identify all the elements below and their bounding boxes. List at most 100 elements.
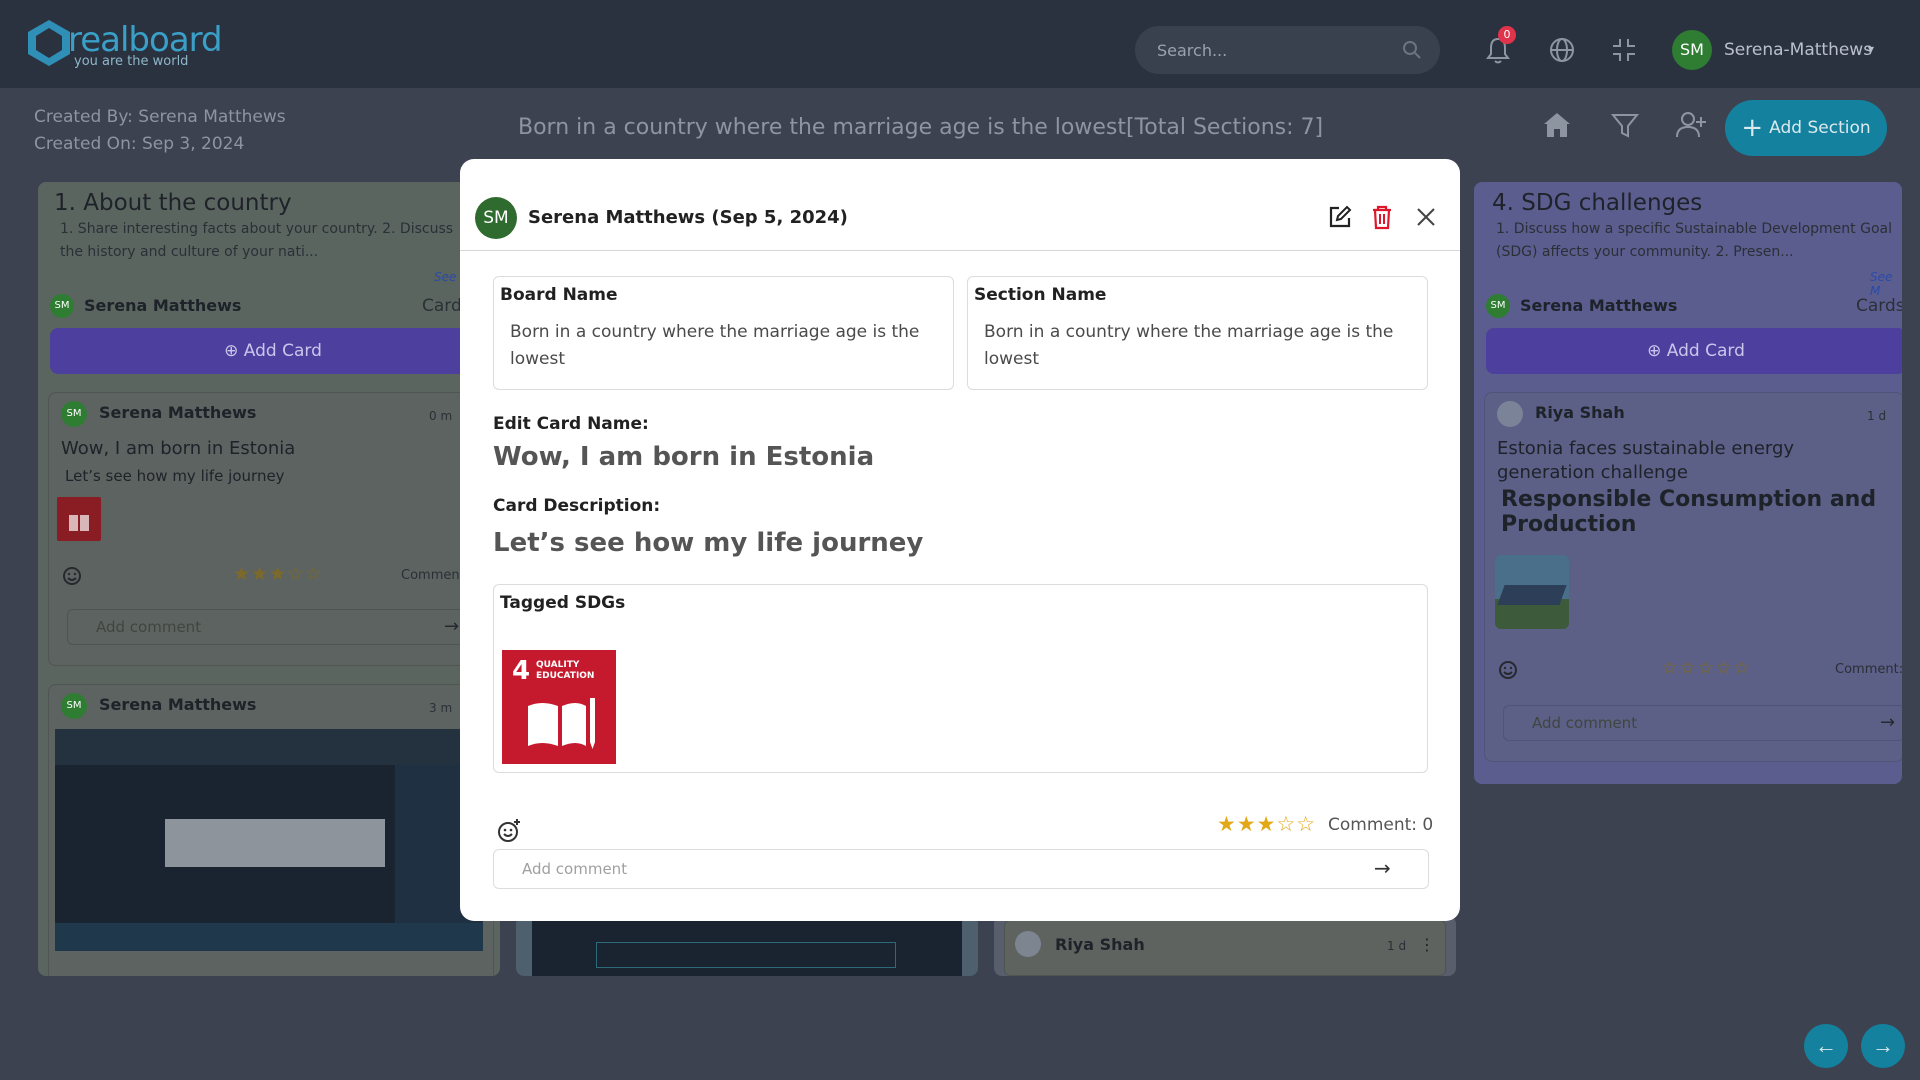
comment-count: Comment: 0 xyxy=(1328,815,1434,835)
home-icon[interactable] xyxy=(1540,108,1574,142)
avatar xyxy=(1015,931,1041,957)
search-input[interactable] xyxy=(1157,38,1387,62)
add-reaction-icon[interactable] xyxy=(1497,657,1521,681)
comment-count: Comment: xyxy=(1835,662,1902,677)
rating-stars[interactable]: ☆☆☆☆☆ xyxy=(1661,657,1751,679)
card-description-label: Card Description: xyxy=(493,496,661,516)
brand-tagline: you are the world xyxy=(74,54,189,69)
user-menu-name[interactable]: Serena-Matthews xyxy=(1724,40,1872,60)
search-box[interactable] xyxy=(1135,26,1440,74)
see-more-link[interactable]: See xyxy=(434,270,456,284)
card-author: Riya Shah xyxy=(1055,935,1145,954)
more-vert-icon[interactable]: ⋮ xyxy=(1419,935,1435,954)
close-icon[interactable] xyxy=(1412,203,1440,231)
add-circle-icon: ⊕ xyxy=(1647,341,1662,361)
board-title: Born in a country where the marriage age… xyxy=(518,115,1324,140)
exit-fullscreen-icon[interactable] xyxy=(1608,34,1640,66)
add-user-icon[interactable] xyxy=(1674,108,1708,142)
search-icon[interactable] xyxy=(1402,40,1422,60)
card-screenshot-image xyxy=(532,920,962,976)
card[interactable]: Riya Shah 1 d ⋮ xyxy=(1004,920,1446,976)
send-arrow-icon[interactable]: → xyxy=(444,616,459,637)
comment-input[interactable] xyxy=(522,860,1342,878)
section-description: 1. Discuss how a specific Sustainable De… xyxy=(1496,221,1892,260)
rating-stars[interactable]: ★★★☆☆ xyxy=(1217,812,1316,836)
card[interactable]: Riya Shah 1 d Estonia faces sustainable … xyxy=(1484,392,1902,762)
avatar: SM xyxy=(50,294,74,318)
realboard-logo[interactable]: realboard you are the world xyxy=(24,18,224,74)
open-book-pencil-icon xyxy=(528,698,595,749)
comment-input[interactable] xyxy=(96,618,416,636)
globe-icon[interactable] xyxy=(1546,34,1578,66)
avatar: SM xyxy=(61,693,87,719)
created-by: Created By: Serena Matthews xyxy=(34,107,286,127)
hidden-card-section-3[interactable]: Riya Shah 1 d ⋮ xyxy=(994,916,1456,976)
hidden-card-section-2[interactable] xyxy=(516,916,978,976)
cards-count-label: Card xyxy=(422,296,462,316)
section-title: 1. About the country xyxy=(54,190,292,216)
card-author: Serena Matthews xyxy=(99,403,257,422)
edit-card-name-label: Edit Card Name: xyxy=(493,414,649,434)
filter-icon[interactable] xyxy=(1608,108,1642,142)
top-bar: realboard you are the world 0 SM Serena-… xyxy=(0,0,1920,88)
board-meta: Created By: Serena Matthews Created On: … xyxy=(34,104,286,158)
screenshot-header xyxy=(55,729,483,765)
add-card-label: Add Card xyxy=(1666,341,1745,361)
user-avatar[interactable]: SM xyxy=(1672,30,1712,70)
avatar: SM xyxy=(61,401,87,427)
notification-badge: 0 xyxy=(1498,26,1516,44)
delete-trash-icon[interactable] xyxy=(1368,203,1396,231)
send-arrow-icon[interactable]: → xyxy=(1374,856,1391,880)
card-time: 0 m xyxy=(429,409,453,423)
add-circle-icon: ⊕ xyxy=(224,341,239,361)
comment-box[interactable]: → xyxy=(67,609,477,645)
add-card-button[interactable]: ⊕ Add Card xyxy=(1486,328,1902,374)
tagged-sdgs-box: Tagged SDGs 4 QUALITY EDUCATION xyxy=(493,584,1428,773)
section-name-label: Section Name xyxy=(974,285,1107,305)
edit-icon[interactable] xyxy=(1326,203,1354,231)
card-time: 3 m xyxy=(429,701,453,715)
solar-panel-image[interactable] xyxy=(1495,555,1569,629)
card[interactable]: SM Serena Matthews 0 m Wow, I am born in… xyxy=(48,392,494,666)
see-more-link[interactable]: See M xyxy=(1870,270,1902,298)
add-reaction-icon[interactable] xyxy=(496,818,522,844)
sdg-4-thumbnail[interactable] xyxy=(57,497,101,541)
card-author: Riya Shah xyxy=(1535,403,1625,422)
rating-stars[interactable]: ★★★☆☆ xyxy=(233,563,323,585)
board-name-value: Born in a country where the marriage age… xyxy=(510,322,920,369)
comment-box[interactable]: → xyxy=(493,849,1429,889)
next-section-button[interactable]: → xyxy=(1861,1024,1905,1068)
section-owner: Serena Matthews xyxy=(1520,296,1678,315)
sdg-number: 4 xyxy=(512,656,531,686)
avatar: SM xyxy=(475,197,517,239)
modal-header-title: Serena Matthews (Sep 5, 2024) xyxy=(528,207,848,228)
edit-card-modal: SM Serena Matthews (Sep 5, 2024) Board N… xyxy=(460,159,1460,921)
card-title: Estonia faces sustainable energy generat… xyxy=(1497,438,1795,483)
card-description-field[interactable]: Let’s see how my life journey xyxy=(493,528,923,558)
previous-section-button[interactable]: ← xyxy=(1804,1024,1848,1068)
comment-input[interactable] xyxy=(1532,714,1852,732)
section-title: 4. SDG challenges xyxy=(1492,190,1703,216)
sdg-name: QUALITY EDUCATION xyxy=(536,660,595,681)
sdg-4-quality-education-tile[interactable]: 4 QUALITY EDUCATION xyxy=(502,650,616,764)
comment-box[interactable]: → xyxy=(1503,705,1902,741)
add-reaction-icon[interactable] xyxy=(61,563,85,587)
screenshot-footer xyxy=(55,923,483,951)
card[interactable]: SM Serena Matthews 3 m xyxy=(48,684,494,976)
card-author: Serena Matthews xyxy=(99,695,257,714)
section-column-sdg-challenges: 4. SDG challenges 1. Discuss how a speci… xyxy=(1474,182,1902,784)
section-description: 1. Share interesting facts about your co… xyxy=(60,221,454,260)
card-description: Let’s see how my life journey xyxy=(65,467,285,485)
screenshot-strip xyxy=(596,942,896,968)
card-name-field[interactable]: Wow, I am born in Estonia xyxy=(493,442,874,472)
card-title: Wow, I am born in Estonia xyxy=(61,438,296,459)
add-section-button[interactable]: + Add Section xyxy=(1725,100,1887,156)
solar-panel xyxy=(1497,585,1567,605)
card-screenshot-image[interactable] xyxy=(55,729,483,951)
cards-count-label: Cards xyxy=(1856,296,1902,316)
comment-count: Comment xyxy=(401,568,465,583)
add-card-button[interactable]: ⊕ Add Card xyxy=(50,328,496,374)
send-arrow-icon[interactable]: → xyxy=(1880,712,1895,733)
avatar: SM xyxy=(1486,294,1510,318)
chevron-down-icon[interactable]: ▾ xyxy=(1868,42,1874,56)
